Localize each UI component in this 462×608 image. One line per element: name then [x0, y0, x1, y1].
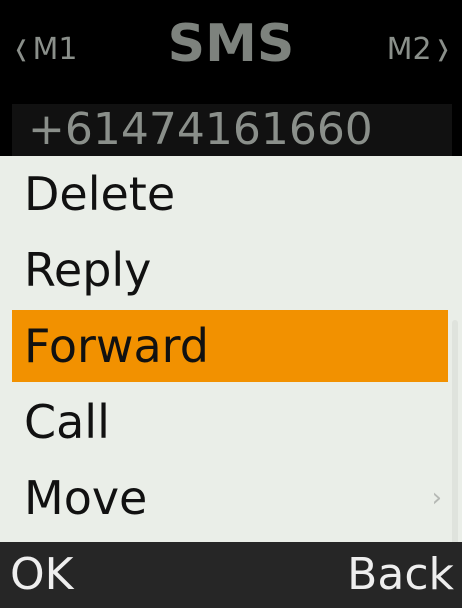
- menu-item-move[interactable]: Move ›: [12, 462, 448, 534]
- softkey-bar: OK Back: [0, 542, 462, 608]
- menu-item-label: Reply: [24, 243, 152, 297]
- header-bar: ❬ M1 SMS M2 ❭: [0, 0, 462, 98]
- sender-number: +61474161660: [12, 104, 452, 156]
- menu-item-label: Move: [24, 471, 148, 525]
- menu-item-delete[interactable]: Delete: [12, 158, 448, 230]
- ok-softkey[interactable]: OK: [10, 542, 74, 608]
- menu-item-forward[interactable]: Forward: [12, 310, 448, 382]
- options-menu: Delete Reply Forward Call Move ›: [0, 156, 462, 582]
- chevron-right-icon: ❭: [433, 36, 452, 62]
- back-softkey[interactable]: Back: [347, 542, 454, 608]
- m2-nav[interactable]: M2 ❭: [387, 24, 452, 74]
- menu-item-label: Delete: [24, 167, 176, 221]
- menu-item-label: Forward: [24, 319, 209, 373]
- menu-item-reply[interactable]: Reply: [12, 234, 448, 306]
- menu-item-label: Call: [24, 395, 110, 449]
- menu-item-call[interactable]: Call: [12, 386, 448, 458]
- m2-label: M2: [386, 31, 432, 67]
- chevron-right-icon: ›: [431, 483, 442, 513]
